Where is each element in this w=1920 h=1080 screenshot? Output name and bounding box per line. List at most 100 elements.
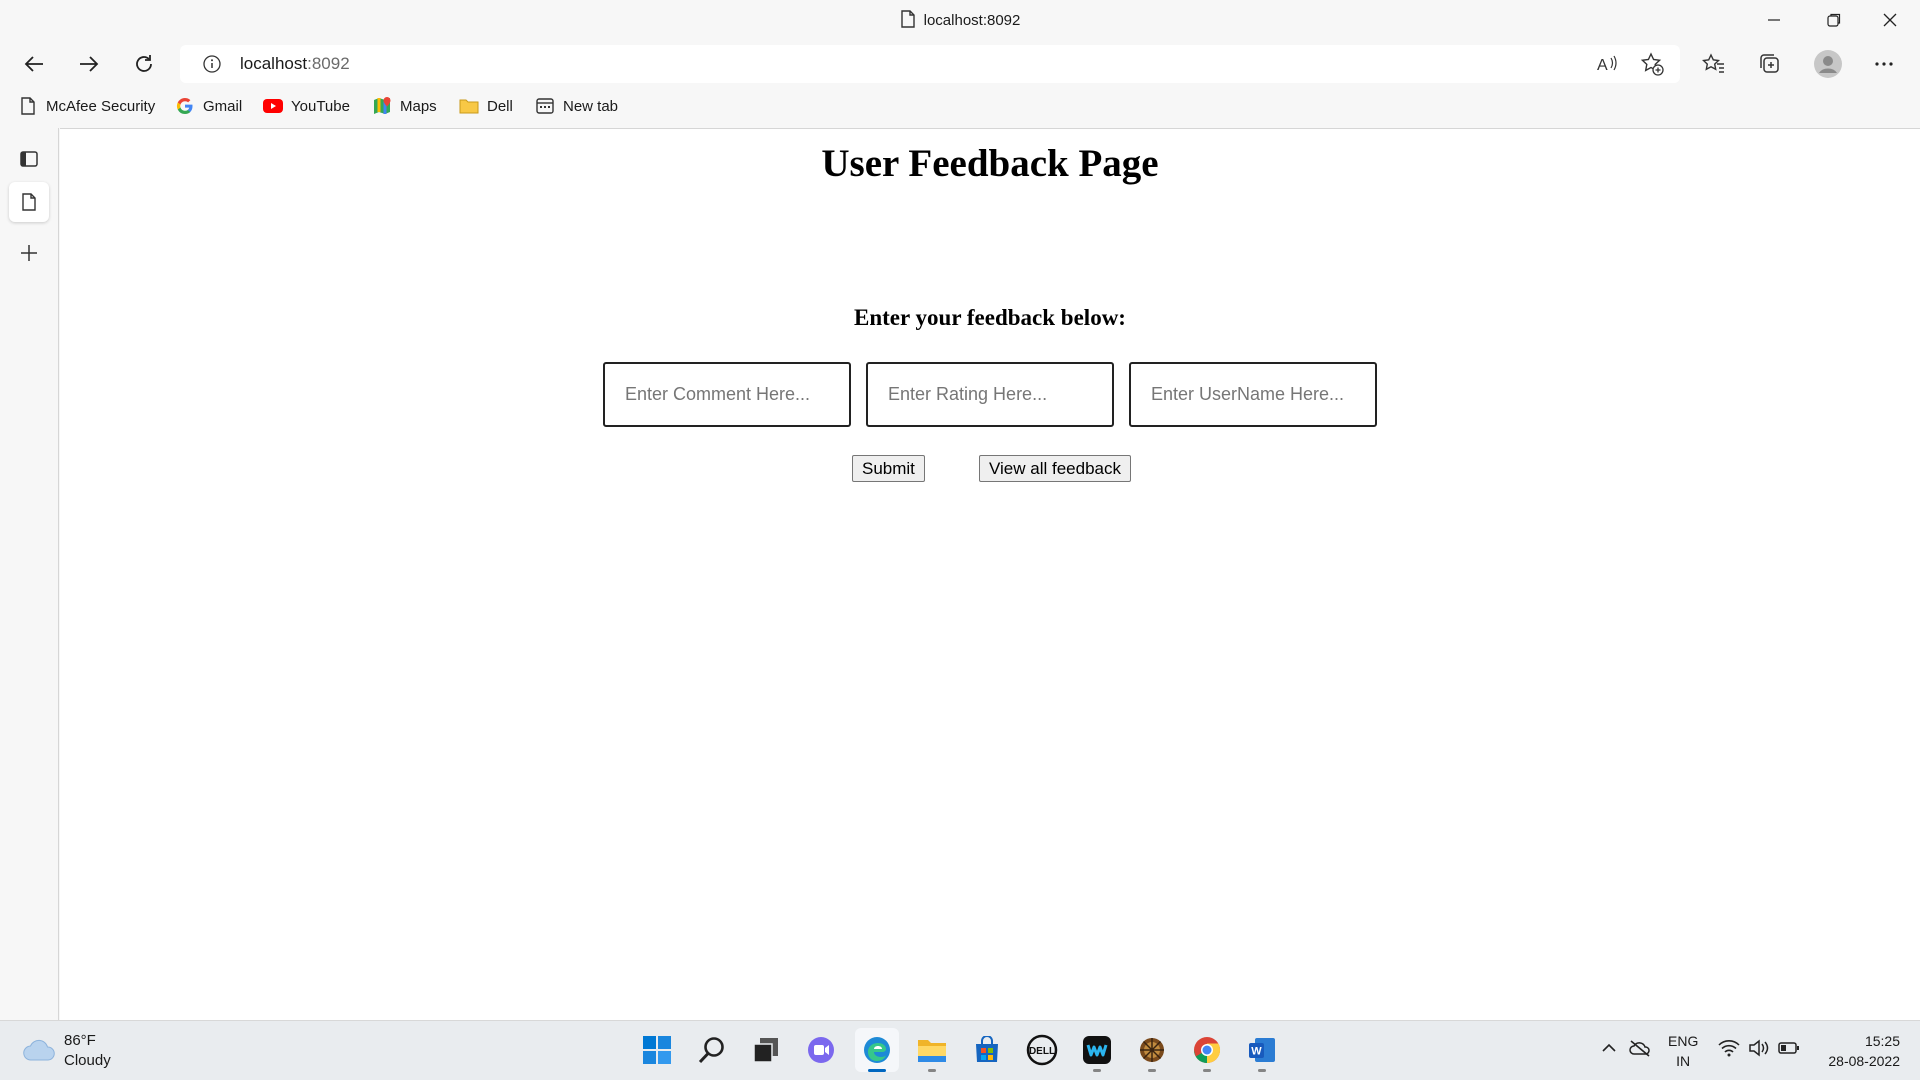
- feedback-heading: Enter your feedback below:: [854, 305, 1126, 330]
- profile-icon: [1814, 50, 1842, 78]
- username-input[interactable]: [1129, 362, 1377, 427]
- file-explorer-button[interactable]: [910, 1028, 954, 1072]
- tab-localhost[interactable]: [9, 182, 49, 222]
- teams-chat-button[interactable]: [799, 1028, 843, 1072]
- favorite-youtube[interactable]: YouTube: [263, 94, 350, 118]
- favorite-dell[interactable]: Dell: [459, 94, 513, 118]
- rating-input[interactable]: [866, 362, 1114, 427]
- svg-text:DELL: DELL: [1029, 1046, 1055, 1057]
- favorite-new-tab[interactable]: New tab: [535, 94, 618, 118]
- wifi-button[interactable]: [1718, 1039, 1740, 1062]
- read-aloud-icon: A: [1597, 55, 1617, 74]
- cloud-icon: [23, 1039, 55, 1061]
- window-title: localhost:8092: [0, 10, 1920, 29]
- close-button[interactable]: [1862, 0, 1918, 40]
- restore-icon: [1827, 13, 1841, 27]
- webex-button[interactable]: [1075, 1028, 1119, 1072]
- folder-icon: [459, 96, 479, 116]
- page-icon: [900, 10, 915, 28]
- add-favorite-button[interactable]: [1632, 40, 1672, 88]
- favorite-maps[interactable]: Maps: [372, 94, 437, 118]
- address-bar[interactable]: localhost:8092 A: [180, 45, 1680, 83]
- comment-input[interactable]: [603, 362, 851, 427]
- chevron-up-icon: [1602, 1043, 1616, 1052]
- show-hidden-icons-button[interactable]: [1600, 1039, 1618, 1062]
- minimize-button[interactable]: [1746, 0, 1802, 40]
- favorites-bar: McAfee Security Gmail YouTube Maps Dell …: [0, 90, 1920, 122]
- new-tab-button[interactable]: [9, 233, 49, 273]
- collections-icon: [1760, 54, 1779, 73]
- svg-text:A: A: [1597, 57, 1608, 74]
- weather-widget[interactable]: 86°F Cloudy: [22, 1031, 111, 1071]
- forward-button[interactable]: [69, 40, 109, 88]
- word-icon: W: [1249, 1038, 1275, 1062]
- start-button[interactable]: [635, 1028, 679, 1072]
- weather-condition: Cloudy: [64, 1052, 111, 1069]
- address-text[interactable]: localhost:8092: [240, 54, 350, 74]
- minimize-icon: [1768, 19, 1780, 21]
- search-button[interactable]: [690, 1028, 734, 1072]
- windows-start-icon: [643, 1036, 671, 1064]
- youtube-icon: [263, 96, 283, 116]
- edge-icon: [864, 1037, 890, 1063]
- add-favorite-icon: [1640, 52, 1664, 76]
- maps-icon: [372, 96, 392, 116]
- onedrive-button[interactable]: [1628, 1039, 1652, 1062]
- browser-toolbar: localhost:8092 A: [0, 40, 1920, 88]
- read-aloud-button[interactable]: A: [1587, 40, 1627, 88]
- refresh-icon: [136, 55, 152, 72]
- system-clock[interactable]: 15:25 28-08-2022: [1810, 1031, 1900, 1071]
- title-bar: localhost:8092: [0, 0, 1920, 40]
- page-icon: [18, 96, 38, 116]
- more-button[interactable]: [1864, 40, 1904, 88]
- file-explorer-icon: [918, 1040, 946, 1062]
- favorite-mcafee-security[interactable]: McAfee Security: [18, 94, 155, 118]
- page-viewport: User Feedback Page Enter your feedback b…: [60, 128, 1920, 1020]
- refresh-button[interactable]: [124, 40, 164, 88]
- chrome-button[interactable]: [1185, 1028, 1229, 1072]
- webex-icon: [1083, 1036, 1111, 1064]
- new-tab-icon: [535, 96, 555, 116]
- page-icon: [22, 193, 36, 211]
- info-icon[interactable]: [202, 54, 222, 74]
- weather-temperature: 86°F: [64, 1032, 96, 1049]
- store-icon: [976, 1036, 998, 1062]
- word-button[interactable]: W: [1240, 1028, 1284, 1072]
- chrome-icon: [1193, 1037, 1221, 1064]
- submit-button[interactable]: Submit: [852, 455, 925, 482]
- back-button[interactable]: [14, 40, 54, 88]
- input-language-indicator[interactable]: ENG IN: [1668, 1031, 1698, 1071]
- dell-app-button[interactable]: DELL: [1020, 1028, 1064, 1072]
- emblem-icon: [1140, 1038, 1164, 1062]
- microsoft-store-button[interactable]: [965, 1028, 1009, 1072]
- edge-taskbar-button[interactable]: [855, 1028, 899, 1072]
- taskbar: 86°F Cloudy DELL W ENG IN 15:25 28-08-20…: [0, 1020, 1920, 1080]
- collections-button[interactable]: [1750, 40, 1790, 88]
- volume-button[interactable]: [1748, 1039, 1770, 1062]
- restore-button[interactable]: [1806, 0, 1862, 40]
- view-all-feedback-button[interactable]: View all feedback: [979, 455, 1131, 482]
- task-view-icon: [753, 1038, 778, 1063]
- more-icon: [1875, 62, 1893, 66]
- page-title: User Feedback Page: [821, 142, 1159, 185]
- volume-icon: [1749, 1039, 1769, 1057]
- dell-icon: DELL: [1026, 1034, 1058, 1066]
- teams-chat-icon: [808, 1037, 834, 1063]
- wifi-icon: [1718, 1040, 1740, 1057]
- favorites-button[interactable]: [1694, 40, 1734, 88]
- task-view-button[interactable]: [744, 1028, 788, 1072]
- battery-button[interactable]: [1778, 1039, 1800, 1062]
- battery-icon: [1778, 1042, 1799, 1054]
- tab-actions-button[interactable]: [9, 139, 49, 179]
- back-icon: [24, 56, 43, 72]
- game-app-button[interactable]: [1130, 1028, 1174, 1072]
- tab-actions-icon: [20, 151, 38, 167]
- favorite-gmail[interactable]: Gmail: [175, 94, 242, 118]
- vertical-tabs-sidebar: [0, 128, 59, 1020]
- search-icon: [698, 1037, 724, 1064]
- profile-button[interactable]: [1808, 40, 1848, 88]
- google-icon: [175, 96, 195, 116]
- forward-icon: [80, 56, 99, 72]
- svg-text:W: W: [1251, 1046, 1262, 1058]
- favorites-icon: [1702, 53, 1724, 73]
